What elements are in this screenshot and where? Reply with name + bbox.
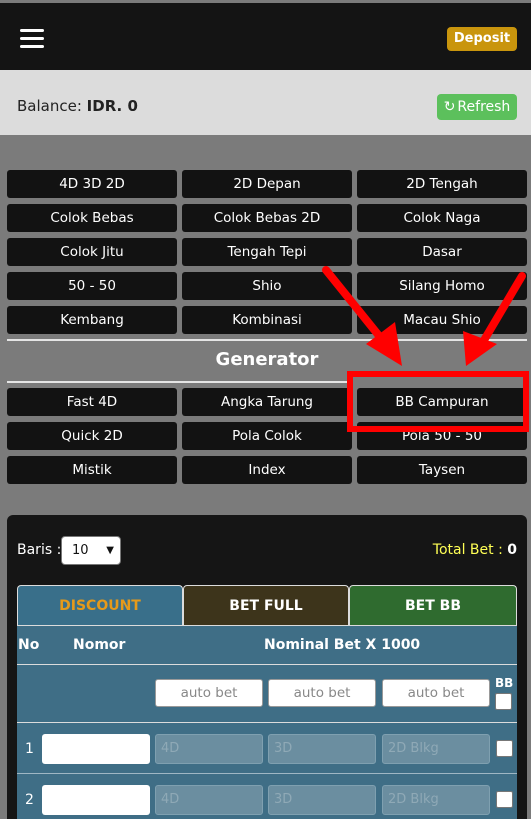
nomor-input[interactable] bbox=[42, 785, 150, 815]
balance-value: IDR. 0 bbox=[86, 97, 138, 115]
generator-pola-colok[interactable]: Pola Colok bbox=[182, 422, 352, 450]
highlight-box bbox=[347, 371, 529, 432]
menu-macau-shio[interactable]: Macau Shio bbox=[357, 306, 527, 334]
balance-text: Balance: IDR. 0 bbox=[17, 97, 138, 115]
auto-bet-4d-input[interactable]: auto bet bbox=[155, 679, 263, 707]
menu-shio[interactable]: Shio bbox=[182, 272, 352, 300]
menu-dasar[interactable]: Dasar bbox=[357, 238, 527, 266]
menu-silang-homo[interactable]: Silang Homo bbox=[357, 272, 527, 300]
generator-quick-2d[interactable]: Quick 2D bbox=[7, 422, 177, 450]
chevron-down-icon: ▼ bbox=[106, 545, 114, 556]
tab-discount[interactable]: DISCOUNT bbox=[17, 585, 183, 625]
generator-title: Generator bbox=[215, 349, 319, 370]
refresh-icon: ↻ bbox=[443, 99, 456, 115]
baris-label: Baris : bbox=[17, 542, 62, 558]
menu-colok-bebas-2d[interactable]: Colok Bebas 2D bbox=[182, 204, 352, 232]
generator-mistik[interactable]: Mistik bbox=[7, 456, 177, 484]
baris-value: 10 bbox=[72, 543, 89, 558]
section-divider bbox=[7, 339, 527, 341]
generator-fast-4d[interactable]: Fast 4D bbox=[7, 388, 177, 416]
menu-tengah-tepi[interactable]: Tengah Tepi bbox=[182, 238, 352, 266]
baris-select[interactable]: 10 ▼ bbox=[61, 536, 121, 565]
column-header-nomor: Nomor bbox=[73, 637, 126, 653]
hamburger-menu-icon[interactable] bbox=[20, 29, 44, 49]
generator-index[interactable]: Index bbox=[182, 456, 352, 484]
bet-4d-input[interactable]: 4D bbox=[155, 734, 263, 764]
row-number: 2 bbox=[25, 792, 34, 808]
total-bet: Total Bet : 0 bbox=[433, 542, 517, 558]
bet-panel: Baris : 10 ▼ Total Bet : 0 DISCOUNT BET … bbox=[7, 515, 527, 819]
top-bar: Deposit bbox=[0, 0, 531, 70]
bet-2d-input[interactable]: 2D Blkg bbox=[382, 785, 490, 815]
menu-kembang[interactable]: Kembang bbox=[7, 306, 177, 334]
generator-taysen[interactable]: Taysen bbox=[357, 456, 527, 484]
auto-bet-row: auto bet auto bet auto bet BB bbox=[17, 665, 517, 723]
tab-bet-bb[interactable]: BET BB bbox=[349, 585, 517, 625]
menu-2d-depan[interactable]: 2D Depan bbox=[182, 170, 352, 198]
tab-bet-full[interactable]: BET FULL bbox=[183, 585, 349, 625]
bet-4d-input[interactable]: 4D bbox=[155, 785, 263, 815]
deposit-button[interactable]: Deposit bbox=[447, 27, 517, 51]
column-header-no: No bbox=[18, 637, 40, 653]
column-header-nominal: Nominal Bet X 1000 bbox=[264, 637, 421, 653]
section-divider bbox=[7, 381, 347, 383]
balance-bar: Balance: IDR. 0 ↻ Refresh bbox=[0, 70, 531, 135]
bb-all-checkbox[interactable] bbox=[495, 693, 512, 710]
total-bet-label: Total Bet : bbox=[432, 542, 503, 558]
bet-3d-input[interactable]: 3D bbox=[268, 734, 376, 764]
bb-label: BB bbox=[495, 676, 514, 690]
menu-colok-jitu[interactable]: Colok Jitu bbox=[7, 238, 177, 266]
balance-label: Balance: bbox=[17, 97, 82, 115]
table-row: 2 4D 3D 2D Blkg bbox=[17, 775, 517, 819]
total-bet-value: 0 bbox=[507, 542, 517, 558]
bet-2d-input[interactable]: 2D Blkg bbox=[382, 734, 490, 764]
menu-kombinasi[interactable]: Kombinasi bbox=[182, 306, 352, 334]
refresh-label: Refresh bbox=[457, 99, 511, 115]
menu-50-50[interactable]: 50 - 50 bbox=[7, 272, 177, 300]
menu-2d-tengah[interactable]: 2D Tengah bbox=[357, 170, 527, 198]
table-row: 1 4D 3D 2D Blkg bbox=[17, 724, 517, 774]
bb-checkbox[interactable] bbox=[496, 740, 513, 757]
row-number: 1 bbox=[25, 741, 34, 757]
bet-table: No Nomor Nominal Bet X 1000 auto bet aut… bbox=[17, 625, 517, 819]
generator-angka-tarung[interactable]: Angka Tarung bbox=[182, 388, 352, 416]
auto-bet-2d-input[interactable]: auto bet bbox=[382, 679, 490, 707]
auto-bet-3d-input[interactable]: auto bet bbox=[268, 679, 376, 707]
table-header: No Nomor Nominal Bet X 1000 bbox=[17, 625, 517, 665]
bet-3d-input[interactable]: 3D bbox=[268, 785, 376, 815]
menu-colok-naga[interactable]: Colok Naga bbox=[357, 204, 527, 232]
menu-4d-3d-2d[interactable]: 4D 3D 2D bbox=[7, 170, 177, 198]
nomor-input[interactable] bbox=[42, 734, 150, 764]
bb-checkbox[interactable] bbox=[496, 791, 513, 808]
refresh-button[interactable]: ↻ Refresh bbox=[437, 94, 517, 120]
menu-colok-bebas[interactable]: Colok Bebas bbox=[7, 204, 177, 232]
